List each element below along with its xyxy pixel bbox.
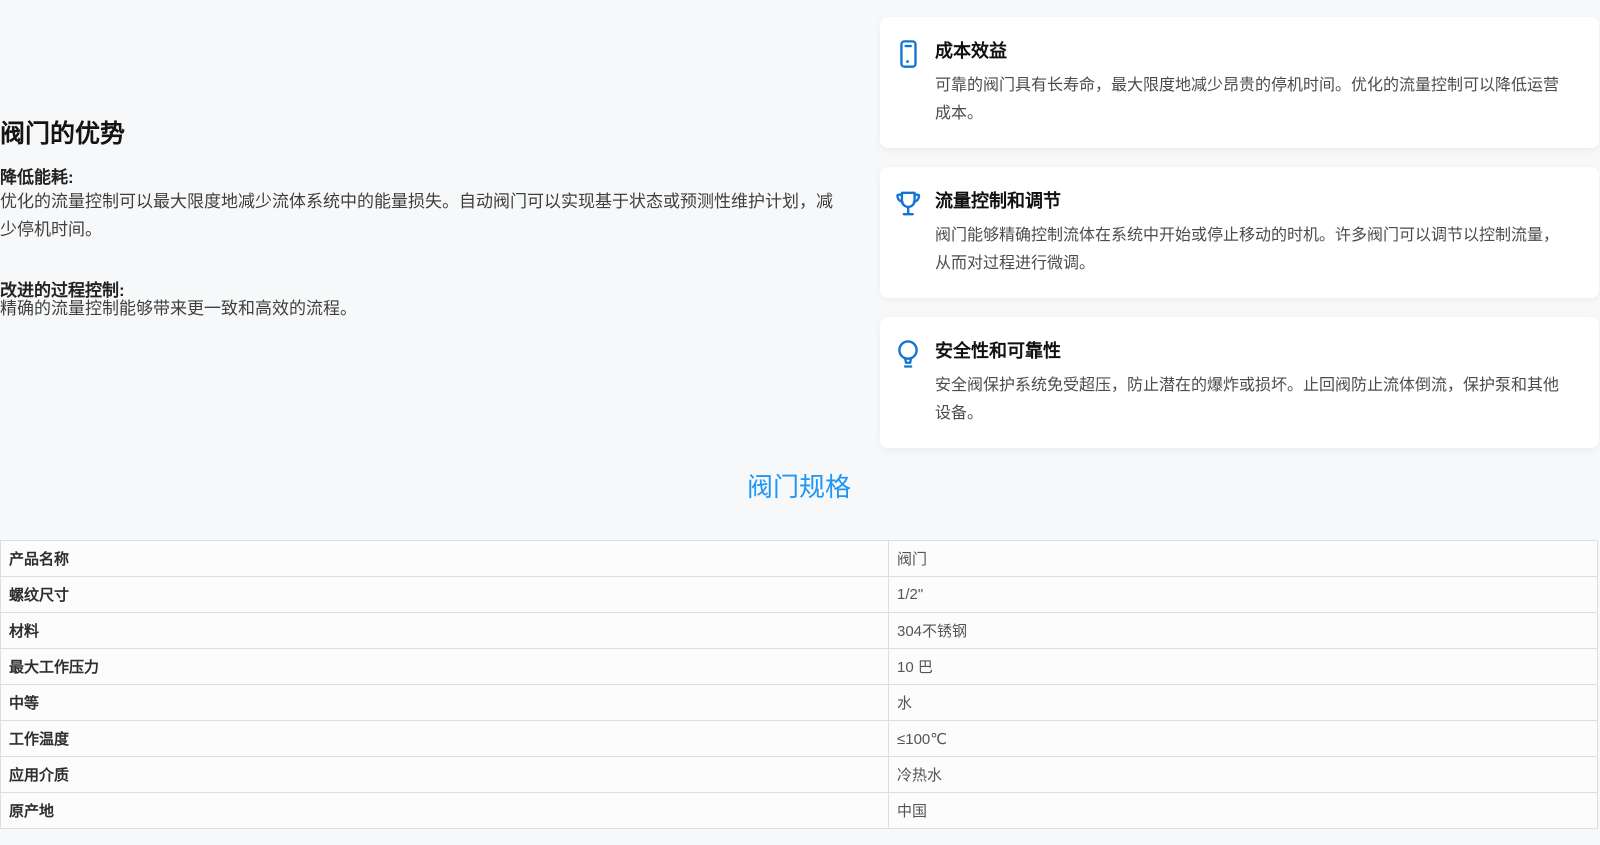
advantage-text-process: 精确的流量控制能够带来更一致和高效的流程。: [0, 295, 836, 323]
specifications-title: 阀门规格: [0, 467, 1598, 504]
benefit-cards: 成本效益 可靠的阀门具有长寿命，最大限度地减少昂贵的停机时间。优化的流量控制可以…: [880, 17, 1599, 467]
benefit-card-text: 安全阀保护系统免受超压，防止潜在的爆炸或损坏。止回阀防止流体倒流，保护泵和其他设…: [935, 372, 1561, 428]
spec-value: 10 巴: [889, 649, 1598, 685]
benefit-card-text: 阀门能够精确控制流体在系统中开始或停止移动的时机。许多阀门可以调节以控制流量，从…: [935, 222, 1561, 278]
spec-value: ≤100℃: [889, 721, 1598, 757]
spec-label: 应用介质: [1, 757, 889, 793]
spec-value: 阀门: [889, 541, 1598, 577]
spec-label: 原产地: [1, 793, 889, 829]
benefit-card-cost: 成本效益 可靠的阀门具有长寿命，最大限度地减少昂贵的停机时间。优化的流量控制可以…: [880, 17, 1599, 148]
table-row: 工作温度 ≤100℃: [1, 721, 1598, 757]
advantage-label-energy: 降低能耗:: [0, 163, 74, 188]
table-row: 材料 304不锈钢: [1, 613, 1598, 649]
table-row: 螺纹尺寸 1/2": [1, 577, 1598, 613]
product-detail-page: 阀门的优势 降低能耗: 优化的流量控制可以最大限度地减少流体系统中的能量损失。自…: [0, 0, 1600, 845]
spec-value: 1/2": [889, 577, 1598, 613]
spec-label: 工作温度: [1, 721, 889, 757]
smartphone-icon: [893, 37, 935, 71]
table-row: 原产地 中国: [1, 793, 1598, 829]
benefit-card-title: 安全性和可靠性: [935, 337, 1561, 363]
advantage-text-energy: 优化的流量控制可以最大限度地减少流体系统中的能量损失。自动阀门可以实现基于状态或…: [0, 188, 836, 244]
spec-label: 最大工作压力: [1, 649, 889, 685]
spec-label: 螺纹尺寸: [1, 577, 889, 613]
benefit-card-safety: 安全性和可靠性 安全阀保护系统免受超压，防止潜在的爆炸或损坏。止回阀防止流体倒流…: [880, 317, 1599, 448]
lightbulb-icon: [893, 337, 935, 371]
trophy-icon: [893, 187, 935, 221]
table-row: 应用介质 冷热水: [1, 757, 1598, 793]
benefit-card-text: 可靠的阀门具有长寿命，最大限度地减少昂贵的停机时间。优化的流量控制可以降低运营成…: [935, 72, 1561, 128]
table-row: 最大工作压力 10 巴: [1, 649, 1598, 685]
benefit-card-flow-control: 流量控制和调节 阀门能够精确控制流体在系统中开始或停止移动的时机。许多阀门可以调…: [880, 167, 1599, 298]
spec-value: 304不锈钢: [889, 613, 1598, 649]
specifications-table: 产品名称 阀门 螺纹尺寸 1/2" 材料 304不锈钢 最大工作压力 10 巴 …: [0, 540, 1598, 829]
table-row: 产品名称 阀门: [1, 541, 1598, 577]
spec-value: 中国: [889, 793, 1598, 829]
benefit-card-content: 安全性和可靠性 安全阀保护系统免受超压，防止潜在的爆炸或损坏。止回阀防止流体倒流…: [935, 337, 1561, 428]
benefit-card-title: 流量控制和调节: [935, 187, 1561, 213]
spec-label: 中等: [1, 685, 889, 721]
benefit-card-content: 流量控制和调节 阀门能够精确控制流体在系统中开始或停止移动的时机。许多阀门可以调…: [935, 187, 1561, 278]
spec-label: 材料: [1, 613, 889, 649]
advantages-heading: 阀门的优势: [0, 114, 125, 150]
table-row: 中等 水: [1, 685, 1598, 721]
benefit-card-title: 成本效益: [935, 37, 1561, 63]
spec-value: 水: [889, 685, 1598, 721]
spec-value: 冷热水: [889, 757, 1598, 793]
spec-label: 产品名称: [1, 541, 889, 577]
benefit-card-content: 成本效益 可靠的阀门具有长寿命，最大限度地减少昂贵的停机时间。优化的流量控制可以…: [935, 37, 1561, 128]
